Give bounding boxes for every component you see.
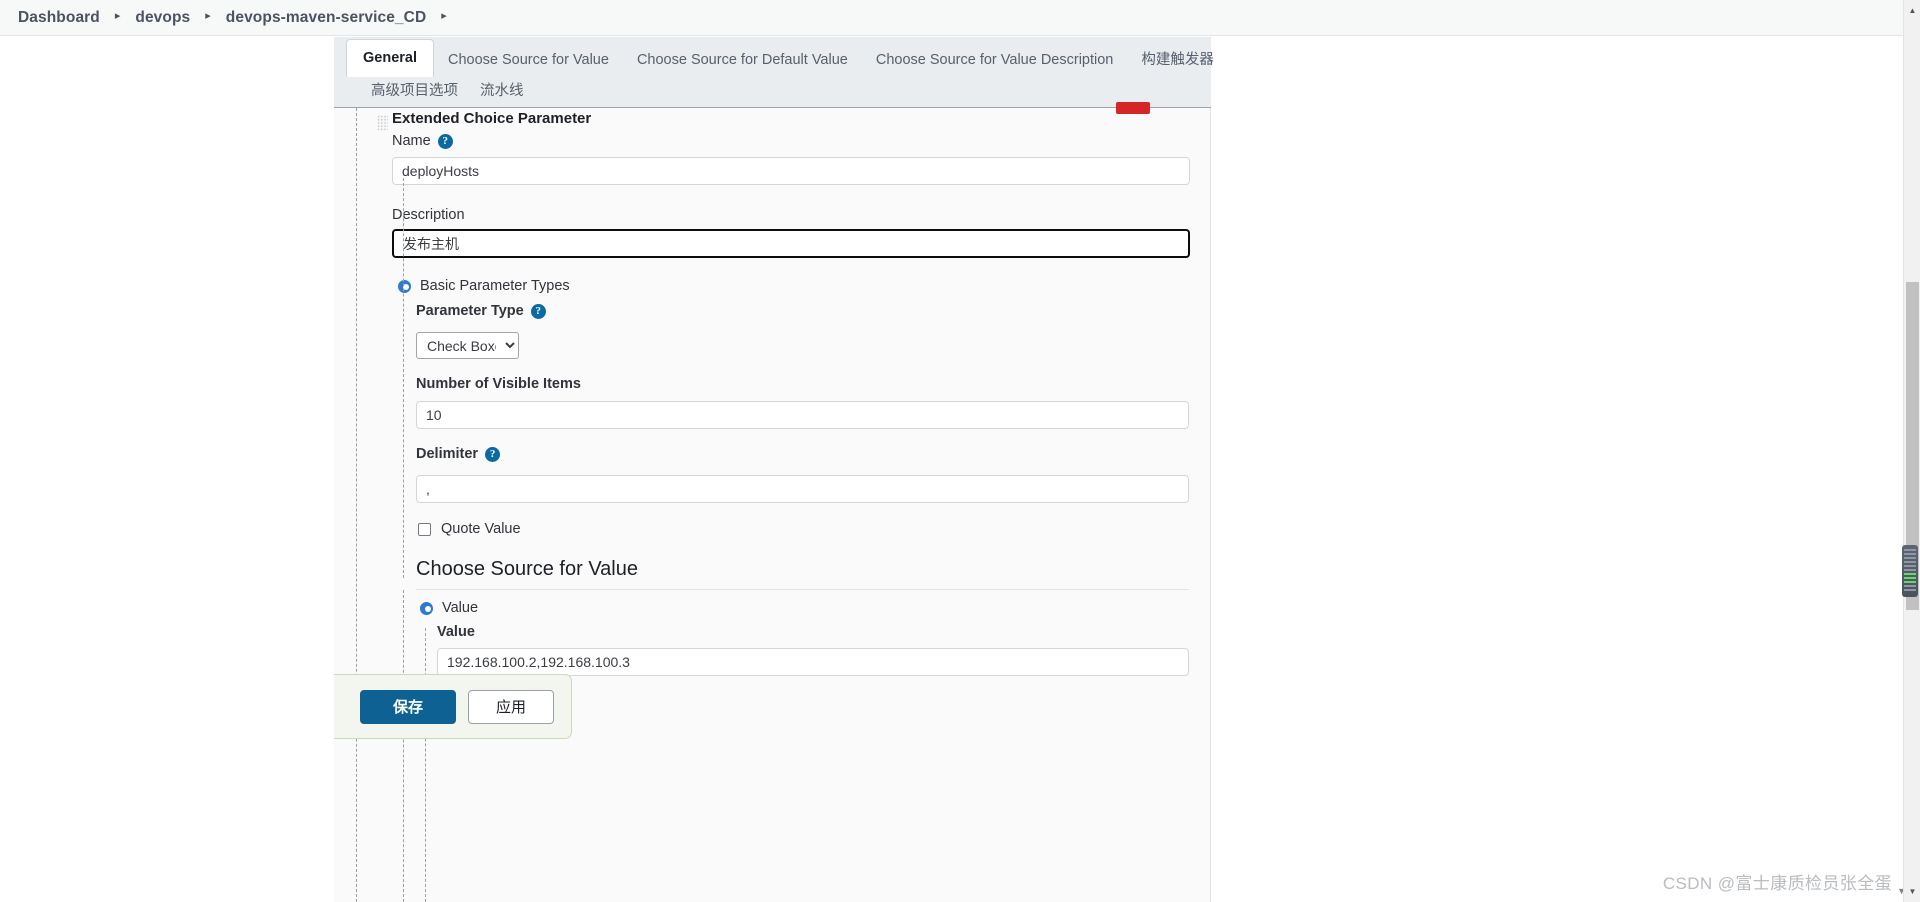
tab-row-primary: General Choose Source for Value Choose S… bbox=[346, 37, 1214, 77]
parameter-type-select[interactable]: Check BoxesRadio ButtonsSingle SelectMul… bbox=[416, 332, 519, 359]
help-icon[interactable]: ? bbox=[485, 446, 501, 462]
parameter-config-panel: Extended Choice Parameter Name ? Descrip… bbox=[334, 102, 1211, 902]
guide-rail-value-inner bbox=[425, 628, 426, 902]
delimiter-input-wrap bbox=[416, 475, 1189, 503]
value-field-label: Value bbox=[437, 624, 475, 640]
breadcrumb-item-dashboard[interactable]: Dashboard bbox=[18, 9, 100, 27]
visible-items-input-wrap bbox=[416, 401, 1189, 429]
breadcrumb-item-job[interactable]: devops-maven-service_CD bbox=[226, 9, 426, 27]
description-input-wrap bbox=[392, 229, 1190, 258]
section-title: Extended Choice Parameter bbox=[392, 110, 592, 127]
tab-build-triggers[interactable]: 构建触发器 bbox=[1127, 44, 1228, 76]
basic-parameter-types-radio[interactable] bbox=[398, 279, 411, 293]
source-value-radio-row[interactable]: Value bbox=[420, 600, 478, 616]
value-input[interactable] bbox=[437, 648, 1189, 676]
name-input-wrap bbox=[392, 157, 1190, 185]
scroll-down-arrow-icon[interactable]: ▼ bbox=[1904, 883, 1920, 900]
breadcrumb-separator-icon: ▸ bbox=[205, 10, 211, 22]
delimiter-label-row: Delimiter ? bbox=[416, 446, 501, 462]
panel-scrollbar[interactable] bbox=[1195, 108, 1209, 902]
tab-choose-source-for-value-description[interactable]: Choose Source for Value Description bbox=[862, 44, 1128, 76]
config-tab-bar: General Choose Source for Value Choose S… bbox=[334, 37, 1214, 108]
save-button[interactable]: 保存 bbox=[360, 689, 456, 724]
quote-value-row[interactable]: Quote Value bbox=[418, 521, 521, 537]
sticky-action-bar: 保存 应用 bbox=[334, 674, 572, 739]
breadcrumb: Dashboard ▸ devops ▸ devops-maven-servic… bbox=[0, 0, 1909, 36]
choose-source-for-value-heading: Choose Source for Value bbox=[416, 558, 1189, 590]
delimiter-label: Delimiter bbox=[416, 446, 479, 462]
basic-parameter-types-radio-row[interactable]: Basic Parameter Types bbox=[398, 278, 570, 294]
help-icon[interactable]: ? bbox=[530, 303, 546, 319]
watermark-text: CSDN @富士康质检员张全蛋 bbox=[1662, 874, 1892, 893]
scroll-mini-indicator-icon bbox=[1902, 545, 1918, 597]
guide-rail-basic bbox=[403, 178, 404, 578]
visible-items-label: Number of Visible Items bbox=[416, 376, 581, 392]
tab-pipeline[interactable]: 流水线 bbox=[469, 75, 535, 107]
page-scrollbar[interactable]: ▲ ▼ bbox=[1902, 0, 1920, 902]
breadcrumb-separator-icon: ▸ bbox=[114, 10, 121, 22]
apply-button[interactable]: 应用 bbox=[468, 689, 554, 724]
tab-general[interactable]: General bbox=[346, 39, 434, 77]
delimiter-input[interactable] bbox=[416, 475, 1189, 503]
name-label-row: Name ? bbox=[392, 133, 453, 149]
name-input[interactable] bbox=[392, 157, 1190, 185]
name-label: Name bbox=[392, 133, 431, 149]
parameter-type-label-row: Parameter Type ? bbox=[416, 303, 546, 319]
tab-choose-source-for-value[interactable]: Choose Source for Value bbox=[434, 44, 623, 76]
scroll-up-arrow-icon[interactable]: ▲ bbox=[1904, 2, 1920, 19]
delete-parameter-button[interactable] bbox=[1116, 102, 1150, 114]
breadcrumb-dropdown-icon[interactable]: ▸ bbox=[441, 11, 447, 22]
tab-choose-source-for-default-value[interactable]: Choose Source for Default Value bbox=[623, 44, 862, 76]
quote-value-checkbox[interactable] bbox=[418, 522, 431, 536]
guide-rail-outer bbox=[356, 108, 357, 902]
parameter-type-label: Parameter Type bbox=[416, 303, 524, 319]
description-input[interactable] bbox=[392, 229, 1190, 258]
guide-rail-source bbox=[403, 590, 404, 902]
breadcrumb-item-devops[interactable]: devops bbox=[135, 9, 190, 27]
visible-items-input[interactable] bbox=[416, 401, 1189, 429]
value-input-wrap bbox=[437, 648, 1189, 676]
tab-row-secondary: 高级项目选项 流水线 bbox=[346, 76, 1211, 106]
help-icon[interactable]: ? bbox=[437, 133, 453, 149]
source-value-radio-label: Value bbox=[442, 600, 479, 616]
app-root: Dashboard ▸ devops ▸ devops-maven-servic… bbox=[0, 0, 1920, 902]
quote-value-label: Quote Value bbox=[441, 521, 521, 537]
tab-advanced-project-options[interactable]: 高级项目选项 bbox=[360, 75, 469, 107]
drag-handle-icon[interactable] bbox=[377, 115, 388, 131]
parameter-type-select-wrap: Check BoxesRadio ButtonsSingle SelectMul… bbox=[416, 332, 519, 359]
source-value-radio[interactable] bbox=[420, 601, 433, 615]
basic-parameter-types-label: Basic Parameter Types bbox=[420, 278, 570, 294]
